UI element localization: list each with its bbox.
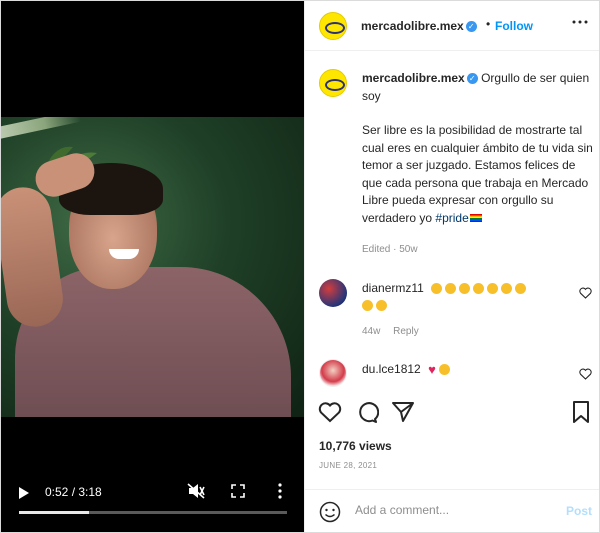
video-player[interactable]: 0:52 / 3:18 (1, 1, 304, 532)
play-icon[interactable] (19, 487, 29, 499)
smiley-icon[interactable] (319, 501, 341, 523)
raised-hands-emoji-icon (501, 283, 513, 295)
more-icon[interactable] (277, 483, 283, 499)
separator-dot: • (486, 17, 491, 31)
raised-hands-emoji-icon (362, 300, 373, 312)
light-streak (1, 117, 82, 141)
video-frame[interactable] (1, 117, 304, 417)
person-arm (1, 183, 67, 331)
post-header: mercadolibre.mex ✓ • Follow (305, 1, 599, 51)
reply-button[interactable]: Reply (393, 326, 419, 337)
red-heart-emoji-icon: ♥ (428, 362, 436, 378)
video-progress-bar[interactable] (19, 511, 287, 514)
post-comment-button[interactable]: Post (566, 504, 592, 518)
heart-icon[interactable] (579, 368, 592, 380)
comment-meta: 44w Reply (362, 326, 429, 337)
post-details-panel: mercadolibre.mex ✓ • Follow mercadolibre.… (304, 1, 599, 532)
comment-composer: Post (305, 489, 599, 532)
instagram-post: 0:52 / 3:18 mercadolibre.mex ✓ • Follow … (0, 0, 600, 533)
fullscreen-icon[interactable] (231, 484, 245, 498)
mute-icon[interactable] (187, 483, 205, 499)
raised-hands-emoji-icon (376, 300, 387, 312)
comment-time: 44w (362, 326, 381, 337)
avatar[interactable] (319, 12, 347, 40)
comment-text: du.lce1812 ♥ (362, 361, 562, 378)
bookmark-icon[interactable] (569, 401, 593, 423)
clap-emoji-icon (445, 283, 457, 295)
caption-username[interactable]: mercadolibre.mex (362, 71, 465, 85)
comment-text: dianermz11 (362, 280, 562, 314)
heart-icon[interactable] (318, 401, 342, 423)
commenter-username[interactable]: du.lce1812 (362, 362, 421, 376)
view-count[interactable]: 10,776 views (319, 439, 392, 453)
clap-emoji-icon (473, 283, 485, 295)
commenter-username[interactable]: dianermz11 (362, 281, 424, 295)
verified-icon: ✓ (466, 73, 478, 85)
video-controls: 0:52 / 3:18 (1, 473, 304, 523)
clap-emoji-icon (459, 283, 471, 295)
clap-emoji-icon (431, 283, 443, 295)
video-time: 0:52 / 3:18 (45, 485, 102, 499)
commenter-avatar[interactable] (319, 279, 347, 307)
caption-avatar[interactable] (319, 69, 347, 97)
comment-icon[interactable] (355, 401, 379, 423)
verified-icon: ✓ (465, 21, 477, 33)
more-options-icon[interactable] (571, 15, 589, 29)
post-caption: mercadolibre.mex ✓ Orgullo de ser quien s… (362, 70, 594, 227)
header-username[interactable]: mercadolibre.mex (361, 19, 464, 33)
raised-hands-emoji-icon (515, 283, 527, 295)
caption-body: Ser libre es la posibilidad de mostrarte… (362, 123, 593, 225)
hashtag-link[interactable]: #pride (435, 211, 468, 225)
raised-hands-emoji-icon (487, 283, 499, 295)
heart-icon[interactable] (579, 287, 592, 299)
commenter-avatar[interactable] (319, 359, 347, 387)
post-actions (305, 399, 599, 427)
video-progress-fill (19, 511, 89, 514)
comment-input[interactable] (355, 503, 555, 517)
follow-button[interactable]: Follow (495, 19, 533, 33)
rainbow-flag-icon (469, 214, 482, 223)
edited-timestamp: Edited · 50w (362, 244, 418, 255)
share-icon[interactable] (391, 401, 415, 423)
post-date: JUNE 28, 2021 (319, 461, 378, 470)
clap-emoji-icon (438, 364, 450, 376)
header-username-line: mercadolibre.mex ✓ (361, 19, 477, 33)
